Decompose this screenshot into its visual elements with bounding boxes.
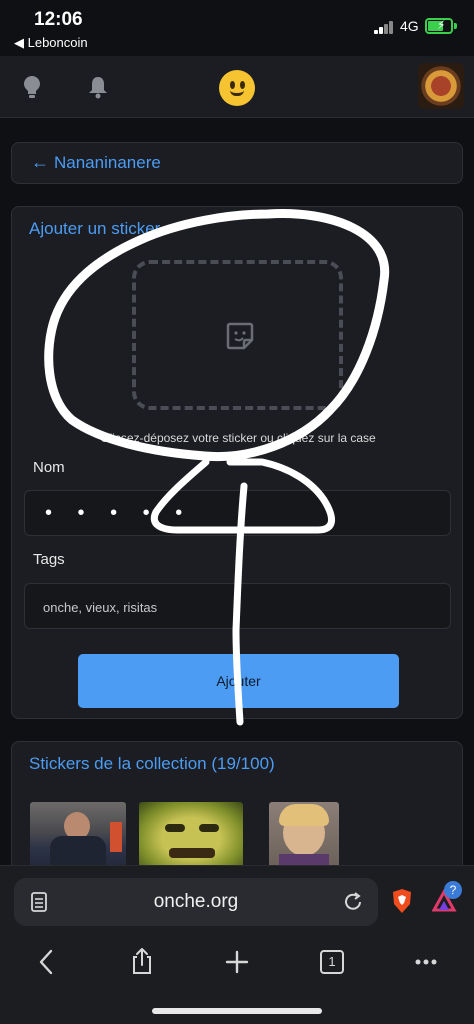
url-text: onche.org (153, 891, 239, 912)
home-indicator[interactable] (152, 1008, 322, 1014)
back-link-title[interactable]: Nananinanere (54, 153, 161, 173)
dropzone-instructions: Glissez-déposez votre sticker ou cliquez… (100, 431, 376, 445)
reload-icon[interactable] (342, 891, 364, 913)
onche-logo[interactable] (219, 70, 255, 106)
signal-icon (374, 20, 394, 34)
name-field[interactable]: • • • • • (24, 490, 451, 536)
rewards-badge: ? (444, 881, 462, 899)
user-avatar[interactable] (418, 63, 464, 109)
status-time: 12:06 (34, 9, 83, 30)
battery-icon: ⚡ (425, 18, 453, 34)
add-sticker-form: Ajouter un sticker Glissez-déposez votre… (11, 206, 463, 719)
battery-tip (454, 23, 457, 29)
tags-field-placeholder: onche, vieux, risitas (43, 600, 158, 615)
sticker-icon (226, 322, 254, 350)
brave-shield-icon[interactable] (391, 888, 413, 914)
sticker-thumbnail[interactable] (30, 802, 126, 868)
name-field-value: • • • • • (45, 502, 193, 524)
collection-title: Stickers de la collection (19/100) (29, 754, 275, 773)
more-menu-icon[interactable] (414, 958, 438, 966)
sticker-thumbnail[interactable] (269, 802, 339, 868)
status-bar: 12:06 ◀ Leboncoin 4G ⚡ (0, 0, 474, 56)
url-field[interactable]: onche.org (14, 878, 378, 926)
back-link-card[interactable]: ← Nananinanere (11, 142, 463, 184)
tags-label: Tags (33, 551, 65, 568)
name-label: Nom (33, 459, 65, 476)
sticker-dropzone[interactable] (132, 260, 343, 410)
add-sticker-button[interactable]: Ajouter (78, 654, 399, 708)
back-arrow-icon: ← (31, 152, 49, 172)
back-nav-icon[interactable] (36, 949, 56, 975)
tags-field[interactable]: onche, vieux, risitas (24, 583, 451, 629)
form-title: Ajouter un sticker (29, 219, 161, 238)
tab-count-button[interactable]: 1 (320, 950, 344, 974)
browser-toolbar: onche.org ? 1 (0, 865, 474, 1024)
sticker-thumbnail[interactable] (139, 802, 243, 868)
bell-icon[interactable] (86, 74, 110, 100)
network-type: 4G (400, 18, 419, 34)
lightbulb-icon[interactable] (20, 74, 44, 100)
back-to-app-link[interactable]: ◀ Leboncoin (14, 35, 88, 51)
share-icon[interactable] (130, 947, 154, 975)
new-tab-icon[interactable] (225, 950, 249, 974)
